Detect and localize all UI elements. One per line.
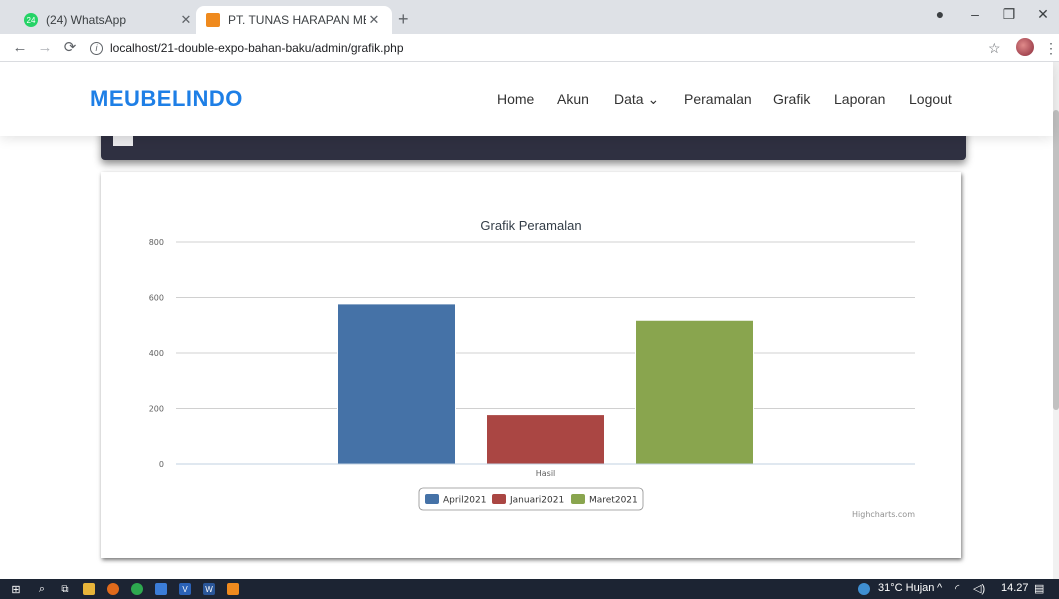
whatsapp-icon: 24 [24, 13, 38, 27]
firefox-icon[interactable] [107, 583, 119, 595]
minimize-button[interactable]: – [960, 6, 990, 22]
legend-swatch[interactable] [425, 494, 439, 504]
bar-januari2021[interactable] [486, 414, 605, 465]
weather-icon[interactable] [858, 583, 870, 595]
highcharts-credits[interactable]: Highcharts.com [852, 510, 915, 519]
network-icon[interactable]: ◜ [955, 582, 959, 595]
chrome-icon[interactable] [131, 583, 143, 595]
file-explorer-icon[interactable] [83, 583, 95, 595]
tab-title: (24) WhatsApp [46, 13, 127, 27]
y-tick-label: 0 [159, 460, 164, 469]
banner-decoration [113, 136, 133, 146]
y-tick-label: 600 [149, 294, 164, 303]
profile-avatar[interactable] [1016, 38, 1034, 56]
nav-laporan[interactable]: Laporan [834, 91, 885, 107]
nav-home[interactable]: Home [497, 91, 534, 107]
close-icon[interactable]: ✕ [178, 12, 194, 28]
tab-whatsapp[interactable]: 24 (24) WhatsApp ✕ [14, 6, 204, 34]
bar-chart: Grafik Peramalan 0 200 400 600 800 Hasil Apr… [149, 218, 915, 519]
weather-text[interactable]: 31°C Hujan [878, 582, 934, 594]
tray-chevron-icon[interactable]: ^ [937, 582, 942, 594]
nav-logout[interactable]: Logout [909, 91, 952, 107]
scrollbar-thumb[interactable] [1053, 110, 1059, 410]
nav-grafik[interactable]: Grafik [773, 91, 810, 107]
legend-item-label[interactable]: April2021 [443, 496, 486, 506]
bookmark-star-icon[interactable]: ☆ [988, 38, 1001, 58]
windows-start-icon[interactable]: ⊞ [10, 583, 22, 596]
site-favicon-icon [206, 13, 220, 27]
bar-maret2021[interactable] [635, 319, 754, 465]
x-category-label: Hasil [536, 469, 556, 478]
restore-button[interactable]: ❐ [994, 6, 1024, 23]
nav-peramalan[interactable]: Peramalan [684, 91, 752, 107]
legend-swatch[interactable] [571, 494, 585, 504]
browser-tabstrip: 24 (24) WhatsApp ✕ PT. TUNAS HARAPAN MEU… [0, 0, 1059, 34]
site-navbar: MEUBELINDO Home Akun Data ⌄ Peramalan Gr… [0, 62, 1053, 136]
info-icon[interactable]: i [90, 41, 103, 55]
word-icon[interactable]: W [203, 583, 215, 595]
forward-arrow-icon[interactable]: → [35, 38, 55, 58]
new-tab-button[interactable]: + [398, 10, 409, 28]
y-tick-label: 400 [149, 349, 164, 358]
tab-meubelindo[interactable]: PT. TUNAS HARAPAN MEUBELIN ✕ [196, 6, 392, 34]
brand-logo[interactable]: MEUBELINDO [90, 86, 243, 112]
y-tick-label: 200 [149, 405, 164, 414]
close-icon[interactable]: ✕ [366, 12, 382, 28]
nav-akun[interactable]: Akun [557, 91, 589, 107]
notification-icon[interactable]: ▤ [1034, 582, 1044, 595]
task-view-icon[interactable]: ⧉ [59, 583, 71, 595]
legend-swatch[interactable] [492, 494, 506, 504]
legend-item-label[interactable]: Maret2021 [589, 496, 638, 506]
vscode-icon[interactable]: V [179, 583, 191, 595]
reload-icon[interactable]: ⟳ [60, 38, 80, 58]
windows-taskbar: ⊞ ⌕ ⧉ V W 31°C Hujan ^ ◜ ◁) 14.27 ▤ [0, 579, 1059, 599]
clock-time[interactable]: 14.27 [1001, 582, 1029, 594]
bar-april2021[interactable] [337, 303, 456, 465]
chart-title: Grafik Peramalan [480, 218, 581, 233]
tab-title: PT. TUNAS HARAPAN MEUBELIN [228, 13, 366, 27]
search-icon[interactable]: ⌕ [36, 583, 48, 595]
browser-toolbar: ← → ⟳ i localhost/21-double-expo-bahan-b… [0, 34, 1059, 62]
media-indicator-icon[interactable]: ● [925, 6, 955, 22]
nav-data-dropdown[interactable]: Data ⌄ [614, 91, 659, 108]
chart-card: Grafik Peramalan 0 200 400 600 800 Hasil Apr… [101, 172, 961, 558]
page-scrollbar[interactable] [1053, 62, 1059, 579]
y-tick-label: 800 [149, 238, 164, 247]
close-window-button[interactable]: ✕ [1028, 6, 1058, 23]
url-text: localhost/21-double-expo-bahan-baku/admi… [110, 41, 404, 55]
page-viewport: MEUBELINDO Home Akun Data ⌄ Peramalan Gr… [0, 62, 1059, 579]
xampp-icon[interactable] [227, 583, 239, 595]
address-bar[interactable]: i localhost/21-double-expo-bahan-baku/ad… [90, 36, 970, 60]
legend-item-label[interactable]: Januari2021 [509, 496, 564, 506]
volume-icon[interactable]: ◁) [973, 582, 985, 595]
back-arrow-icon[interactable]: ← [10, 38, 30, 58]
app-icon[interactable] [155, 583, 167, 595]
menu-kebab-icon[interactable]: ⋮ [1044, 38, 1058, 58]
